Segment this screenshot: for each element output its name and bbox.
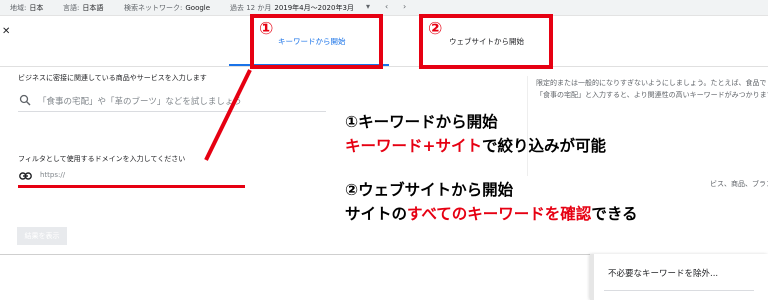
note-2-highlight: すべてのキーワードを確認 <box>407 205 592 223</box>
exclude-keywords-panel[interactable]: 不必要なキーワードを除外... <box>590 254 768 300</box>
location-label: 地域: <box>10 4 27 12</box>
note-1-rest: で絞り込みが可能 <box>482 137 607 155</box>
period-label: 過去 12 か月 <box>230 4 272 12</box>
domain-input-highlight <box>18 185 245 188</box>
keyword-planner-screen: 地域: 日本 言語: 日本語 検索ネットワーク: Google 過去 12 か月 201… <box>0 0 768 300</box>
domain-input[interactable]: https:// <box>40 171 65 179</box>
language-label: 言語: <box>63 4 80 12</box>
show-results-button[interactable]: 結果を表示 <box>17 227 67 245</box>
note-1-highlight: キーワード+サイト <box>345 137 482 155</box>
period-filter[interactable]: 過去 12 か月 2019年4月～2020年3月 <box>230 3 354 13</box>
exclude-keywords-label: 不必要なキーワードを除外... <box>608 269 719 279</box>
location-filter[interactable]: 地域: 日本 <box>10 3 43 13</box>
chevron-right-icon[interactable]: › <box>403 2 406 11</box>
search-hint-line: 「食事の宅配」と入力すると、より関連性の高いキーワードがみつかりますが、以外も <box>536 91 768 99</box>
note-2-title: ②ウェブサイトから開始 <box>345 181 514 199</box>
keyword-search-input[interactable]: 「食事の宅配」や「革のブーツ」などを試しましょう <box>38 95 242 107</box>
close-icon[interactable]: ✕ <box>2 26 10 37</box>
search-hint-line: 限定的または一般的になりすぎないようにしましょう。たとえば、食品で <box>536 79 767 87</box>
period-value: 2019年4月～2020年3月 <box>274 4 354 12</box>
search-prompt: ビジネスに密接に関連している商品やサービスを入力します <box>18 74 207 82</box>
caret-down-icon[interactable]: ▾ <box>366 2 370 11</box>
location-value: 日本 <box>29 4 44 12</box>
network-value: Google <box>185 4 211 12</box>
link-icon <box>19 172 32 180</box>
marker-2: ② <box>428 19 443 39</box>
tabs-divider <box>0 66 768 67</box>
language-value: 日本語 <box>82 4 104 12</box>
network-filter[interactable]: 検索ネットワーク: Google <box>124 3 210 13</box>
note-1-title: ①キーワードから開始 <box>345 113 498 131</box>
search-icon <box>19 94 31 106</box>
filter-bar: 地域: 日本 言語: 日本語 検索ネットワーク: Google 過去 12 か月 201… <box>0 0 768 16</box>
column-divider <box>527 76 528 176</box>
language-filter[interactable]: 言語: 日本語 <box>63 3 103 13</box>
marker-1: ① <box>259 19 274 39</box>
domain-hint: ビス、商品、ブラン <box>710 180 768 188</box>
domain-filter-label: フィルタとして使用するドメインを入力してください <box>18 155 186 163</box>
note-2-body: サイトのすべてのキーワードを確認できる <box>345 202 638 224</box>
chevron-left-icon[interactable]: ‹ <box>385 2 388 11</box>
note-2-pre: サイトの <box>345 205 408 223</box>
exclude-underline <box>604 290 754 291</box>
search-hint: 限定的または一般的になりすぎないようにしましょう。たとえば、食品で 「食事の宅配… <box>536 77 768 101</box>
note-2-rest: できる <box>591 205 638 223</box>
note-1-body: キーワード+サイトで絞り込みが可能 <box>345 134 606 156</box>
search-underline <box>18 111 326 112</box>
network-label: 検索ネットワーク: <box>124 4 183 12</box>
